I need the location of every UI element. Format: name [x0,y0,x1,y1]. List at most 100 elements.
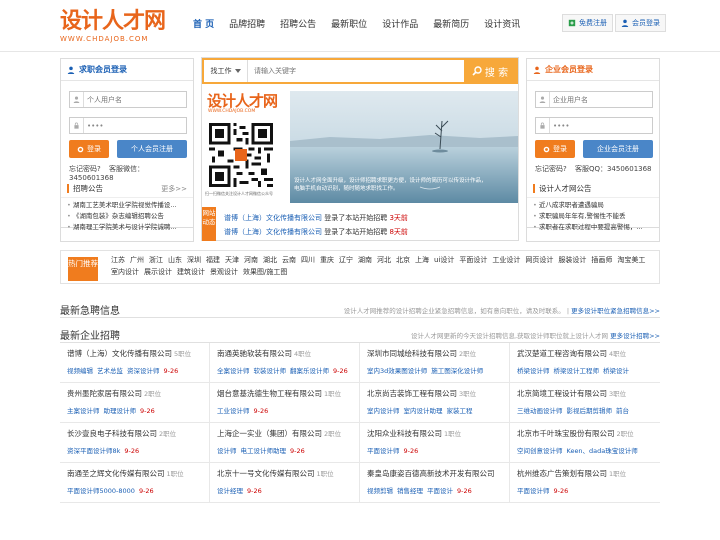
hot-tag-link[interactable]: 广州 [130,256,144,264]
job-link[interactable]: 助理设计师 [104,407,137,415]
job-seeker-username-field[interactable] [69,91,187,108]
hot-tag-link[interactable]: 浙江 [149,256,163,264]
job-link[interactable]: 电工设计师助理 [241,447,287,455]
job-link[interactable]: 平面设计师 [367,447,400,455]
job-link[interactable]: 室内设计师 [367,407,400,415]
hot-tag-link[interactable]: 淘宝美工 [617,256,645,264]
activity-company[interactable]: 谱博（上海）文化传播有限公司 [224,214,322,222]
job-link[interactable]: Keen、dada珠宝设计师 [567,447,638,455]
site-logo[interactable]: 设计人才网 WWW.CHDAJOB.COM [60,8,180,46]
job-link[interactable]: 软装设计师 [254,367,287,375]
job-link[interactable]: 平面设计师 [517,487,550,495]
hot-tag-link[interactable]: ui设计 [434,256,454,264]
company-name-link[interactable]: 深圳市同城绘科技有限公司 [367,349,457,358]
nav-item-5[interactable]: 最新简历 [426,14,476,36]
site-notice-item[interactable]: 求职骗局年年有,警惕性不能丢 [533,211,653,222]
promo-banner[interactable]: 设计人才网全面升级，设计师招聘求职更方便，设计师的简历可以传设计作品， 电脑手机… [290,91,518,203]
hot-tag-link[interactable]: 平面设计 [459,256,487,264]
job-seeker-login-button[interactable]: 登录 [69,140,109,158]
job-link[interactable]: 艺术总监 [97,367,123,375]
hot-tag-link[interactable]: 建筑设计 [177,268,205,276]
nav-item-4[interactable]: 设计作品 [375,14,425,36]
job-link[interactable]: 平面设计 [427,487,453,495]
hot-tag-link[interactable]: 展示设计 [144,268,172,276]
job-link[interactable]: 室内3d效果图设计师 [367,367,427,375]
job-link[interactable]: 全案设计师 [217,367,250,375]
hot-tag-link[interactable]: 天津 [225,256,239,264]
hot-tag-link[interactable]: 服装设计 [558,256,586,264]
hot-tag-link[interactable]: 效果图/施工图 [243,268,287,276]
job-link[interactable]: 资深设计师 [127,367,160,375]
job-link[interactable]: 资深平面设计师8k [67,447,120,455]
urgent-jobs-more-link[interactable]: 更多设计职位紧急招聘信息>> [571,307,660,315]
job-link[interactable]: 主案设计师 [67,407,100,415]
hot-tag-link[interactable]: 重庆 [320,256,334,264]
activity-company[interactable]: 谱博（上海）文化传播有限公司 [224,228,322,236]
hot-tag-link[interactable]: 深圳 [187,256,201,264]
job-link[interactable]: 家装工程 [447,407,473,415]
hot-tag-link[interactable]: 湖南 [358,256,372,264]
company-name-link[interactable]: 南通英驰软装有限公司 [217,349,292,358]
job-link[interactable]: 平面设计师5000-8000 [67,487,135,495]
company-name-link[interactable]: 贵州墨陀家居有限公司 [67,389,142,398]
forgot-password-link[interactable]: 忘记密码? [69,165,101,173]
job-link[interactable]: 空间创意设计师 [517,447,563,455]
nav-item-2[interactable]: 招聘公告 [273,14,323,36]
job-link[interactable]: 三维动画设计师 [517,407,563,415]
hot-tag-link[interactable]: 云南 [282,256,296,264]
job-link[interactable]: 前台 [616,407,629,415]
recruit-notice-item[interactable]: 湖南理工学院美术与设计学院诚聘... [67,222,187,233]
job-seeker-password-input[interactable] [84,118,184,133]
recruit-notice-item[interactable]: 《湖南包装》杂志编辑招聘公告 [67,211,187,222]
company-register-button[interactable]: 企业会员注册 [583,140,653,158]
forgot-password-link[interactable]: 忘记密码? [535,165,567,173]
site-notice-item[interactable]: 求职者在求职过程中要提高警惕，... [533,222,653,233]
hot-tag-link[interactable]: 网页设计 [525,256,553,264]
company-name-link[interactable]: 武汉楚道工程咨询有限公司 [517,349,607,358]
job-seeker-register-button[interactable]: 个人会员注册 [117,140,187,158]
job-link[interactable]: 室内设计助理 [404,407,443,415]
hot-tag-link[interactable]: 河南 [244,256,258,264]
job-link[interactable]: 设计师 [217,447,237,455]
company-name-link[interactable]: 上海企一实业（集团）有限公司 [217,429,322,438]
site-notice-item[interactable]: 近八成求职者遭遇骗局 [533,200,653,211]
hot-tag-link[interactable]: 山东 [168,256,182,264]
nav-item-0[interactable]: 首 页 [186,14,221,36]
company-password-input[interactable] [550,118,650,133]
hot-tag-link[interactable]: 福建 [206,256,220,264]
member-login-button[interactable]: 会员登录 [615,14,666,32]
company-name-link[interactable]: 北京市千叶珠宝股份有限公司 [517,429,615,438]
hot-tag-link[interactable]: 插画师 [591,256,612,264]
hot-tag-link[interactable]: 湖北 [263,256,277,264]
nav-item-6[interactable]: 设计资讯 [477,14,527,36]
job-link[interactable]: 视频编辑 [67,367,93,375]
company-name-link[interactable]: 长沙壹良电子科技有限公司 [67,429,157,438]
company-name-link[interactable]: 杭州维态广告策划有限公司 [517,469,607,478]
company-name-link[interactable]: 谱博（上海）文化传播有限公司 [67,349,172,358]
search-input[interactable] [248,60,464,82]
nav-item-1[interactable]: 品牌招聘 [222,14,272,36]
job-seeker-username-input[interactable] [84,92,184,107]
company-name-link[interactable]: 沈阳众业科技有限公司 [367,429,442,438]
hot-tag-link[interactable]: 江苏 [111,256,125,264]
company-username-input[interactable] [550,92,650,107]
job-link[interactable]: 工业设计师 [217,407,250,415]
job-link[interactable]: 设计经理 [217,487,243,495]
job-link[interactable]: 销售经理 [397,487,423,495]
hot-tag-link[interactable]: 景观设计 [210,268,238,276]
search-button[interactable]: 搜 索 [464,60,516,82]
company-name-link[interactable]: 北京简境工程设计有限公司 [517,389,607,398]
hot-tag-link[interactable]: 河北 [377,256,391,264]
hot-tag-link[interactable]: 北京 [396,256,410,264]
hot-tag-link[interactable]: 上海 [415,256,429,264]
job-link[interactable]: 视频剪辑 [367,487,393,495]
company-name-link[interactable]: 北京尚吉装饰工程有限公司 [367,389,457,398]
nav-item-3[interactable]: 最新职位 [324,14,374,36]
job-link[interactable]: 施工图深化设计师 [431,367,483,375]
company-password-field[interactable] [535,117,653,134]
recruit-notice-item[interactable]: 湖南工艺美术职业学院视觉传播设... [67,200,187,211]
company-login-button[interactable]: 登录 [535,140,575,158]
hot-tag-link[interactable]: 四川 [301,256,315,264]
activity-row[interactable]: 谱博（上海）文化传播有限公司 登录了本站开始招聘 3天前 [224,213,408,223]
free-register-button[interactable]: 免费注册 [562,14,613,32]
